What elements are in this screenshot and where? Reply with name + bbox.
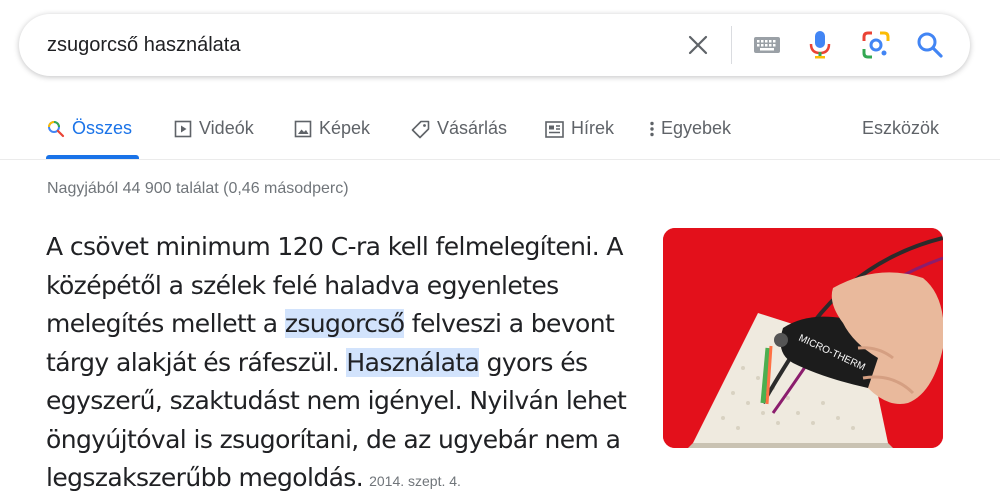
snippet-thumbnail[interactable]: MICRO-THERM xyxy=(663,228,943,448)
voice-search-button[interactable] xyxy=(805,14,835,76)
tag-icon xyxy=(411,118,430,140)
tab-label: Összes xyxy=(72,118,133,138)
tabs-divider xyxy=(0,159,1000,160)
image-icon xyxy=(294,118,312,140)
snippet-highlight: zsugorcső xyxy=(284,309,405,338)
lens-icon xyxy=(862,31,890,59)
news-icon xyxy=(545,118,564,140)
snippet-highlight: Használata xyxy=(346,347,480,377)
more-vert-icon xyxy=(648,118,656,140)
clear-button[interactable] xyxy=(683,14,713,76)
search-input[interactable]: zsugorcső használata xyxy=(47,14,667,76)
search-button[interactable] xyxy=(913,14,947,76)
tab-news[interactable]: Hírek xyxy=(545,108,614,160)
tab-label: Vásárlás xyxy=(437,118,508,138)
tab-label: Videók xyxy=(199,118,254,138)
play-icon xyxy=(174,118,192,140)
tab-more[interactable]: Egyebek xyxy=(648,108,731,160)
keyboard-button[interactable] xyxy=(747,14,787,76)
tab-all[interactable]: Összes xyxy=(47,108,132,160)
tools-button[interactable]: Eszközök xyxy=(862,108,939,160)
tab-shopping[interactable]: Vásárlás xyxy=(411,108,507,160)
tab-label: Hírek xyxy=(571,118,615,138)
tools-label: Eszközök xyxy=(862,118,940,138)
tab-label: Képek xyxy=(319,118,371,138)
search-icon xyxy=(47,118,65,140)
search-icon xyxy=(917,32,943,58)
search-bar: zsugorcső használata xyxy=(19,14,970,76)
tab-label: Egyebek xyxy=(661,118,732,138)
search-tabs: Összes Videók Képek Vásárlás Hírek Egyeb… xyxy=(0,108,1000,160)
keyboard-icon xyxy=(754,37,780,53)
snippet-date: 2014. szept. 4. xyxy=(369,473,461,489)
lens-search-button[interactable] xyxy=(859,14,893,76)
tab-videos[interactable]: Videók xyxy=(174,108,254,160)
heat-shrink-tool-image: MICRO-THERM xyxy=(663,228,943,448)
result-stats: Nagyjából 44 900 találat (0,46 másodperc… xyxy=(47,180,349,197)
close-icon xyxy=(688,35,708,55)
tab-images[interactable]: Képek xyxy=(294,108,370,160)
microphone-icon xyxy=(809,31,831,59)
featured-snippet-text: A csövet minimum 120 C-ra kell felmelegí… xyxy=(46,228,646,499)
search-bar-divider xyxy=(731,26,732,64)
